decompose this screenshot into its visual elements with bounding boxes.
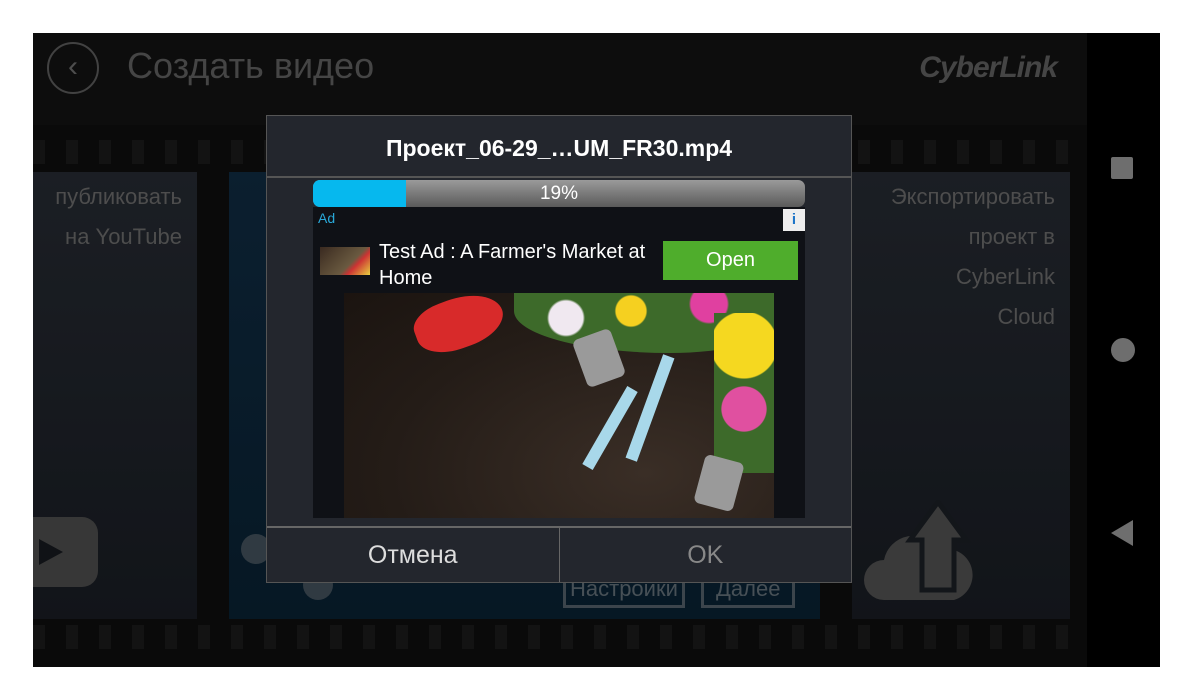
cancel-button[interactable]: Отмена (267, 528, 559, 582)
ok-button[interactable]: OK (558, 528, 852, 582)
progress-text: 19% (539, 183, 579, 204)
ad-banner[interactable]: Ad i Test Ad : A Farmer's Market at Home… (313, 207, 805, 518)
device-screen: ‹ Создать видео CyberLink публиковать на… (33, 33, 1160, 667)
triangle-back-icon[interactable] (1111, 520, 1133, 546)
export-progress-dialog: Проект_06-29_…UM_FR30.mp4 19% Ad i Test … (266, 115, 852, 583)
square-recents-icon[interactable] (1111, 157, 1133, 179)
ad-label: Ad (318, 210, 336, 226)
dialog-title: Проект_06-29_…UM_FR30.mp4 (267, 116, 851, 178)
android-nav-bar (1087, 33, 1160, 667)
progress-bar: 19% (313, 180, 805, 207)
ad-thumbnail[interactable] (320, 247, 370, 275)
info-icon[interactable]: i (783, 209, 805, 231)
circle-home-icon[interactable] (1111, 338, 1135, 362)
dialog-buttons: Отмена OK (267, 526, 851, 582)
ad-open-button[interactable]: Open (663, 241, 798, 280)
ad-headline[interactable]: Test Ad : A Farmer's Market at Home (379, 239, 659, 291)
ad-image[interactable] (344, 293, 774, 518)
app: ‹ Создать видео CyberLink публиковать на… (33, 33, 1087, 667)
